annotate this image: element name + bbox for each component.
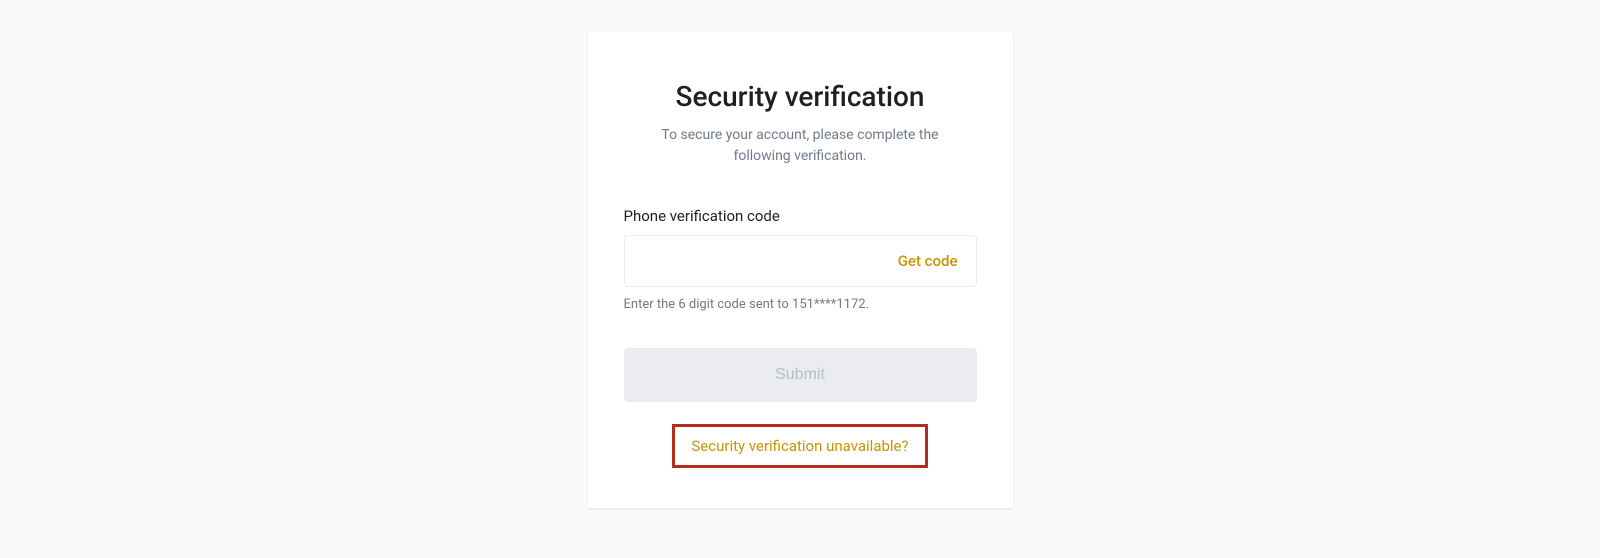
phone-code-input[interactable] xyxy=(625,236,898,286)
phone-code-hint: Enter the 6 digit code sent to 151****11… xyxy=(624,297,977,312)
page-title: Security verification xyxy=(624,80,977,113)
get-code-button[interactable]: Get code xyxy=(898,252,976,270)
unavailable-link-wrapper: Security verification unavailable? xyxy=(624,424,977,468)
page-subtitle: To secure your account, please complete … xyxy=(624,125,977,167)
phone-code-label: Phone verification code xyxy=(624,207,977,225)
submit-button[interactable]: Submit xyxy=(624,348,977,402)
phone-code-input-wrapper: Get code xyxy=(624,235,977,287)
security-unavailable-link[interactable]: Security verification unavailable? xyxy=(672,424,927,468)
verification-card: Security verification To secure your acc… xyxy=(588,32,1013,508)
